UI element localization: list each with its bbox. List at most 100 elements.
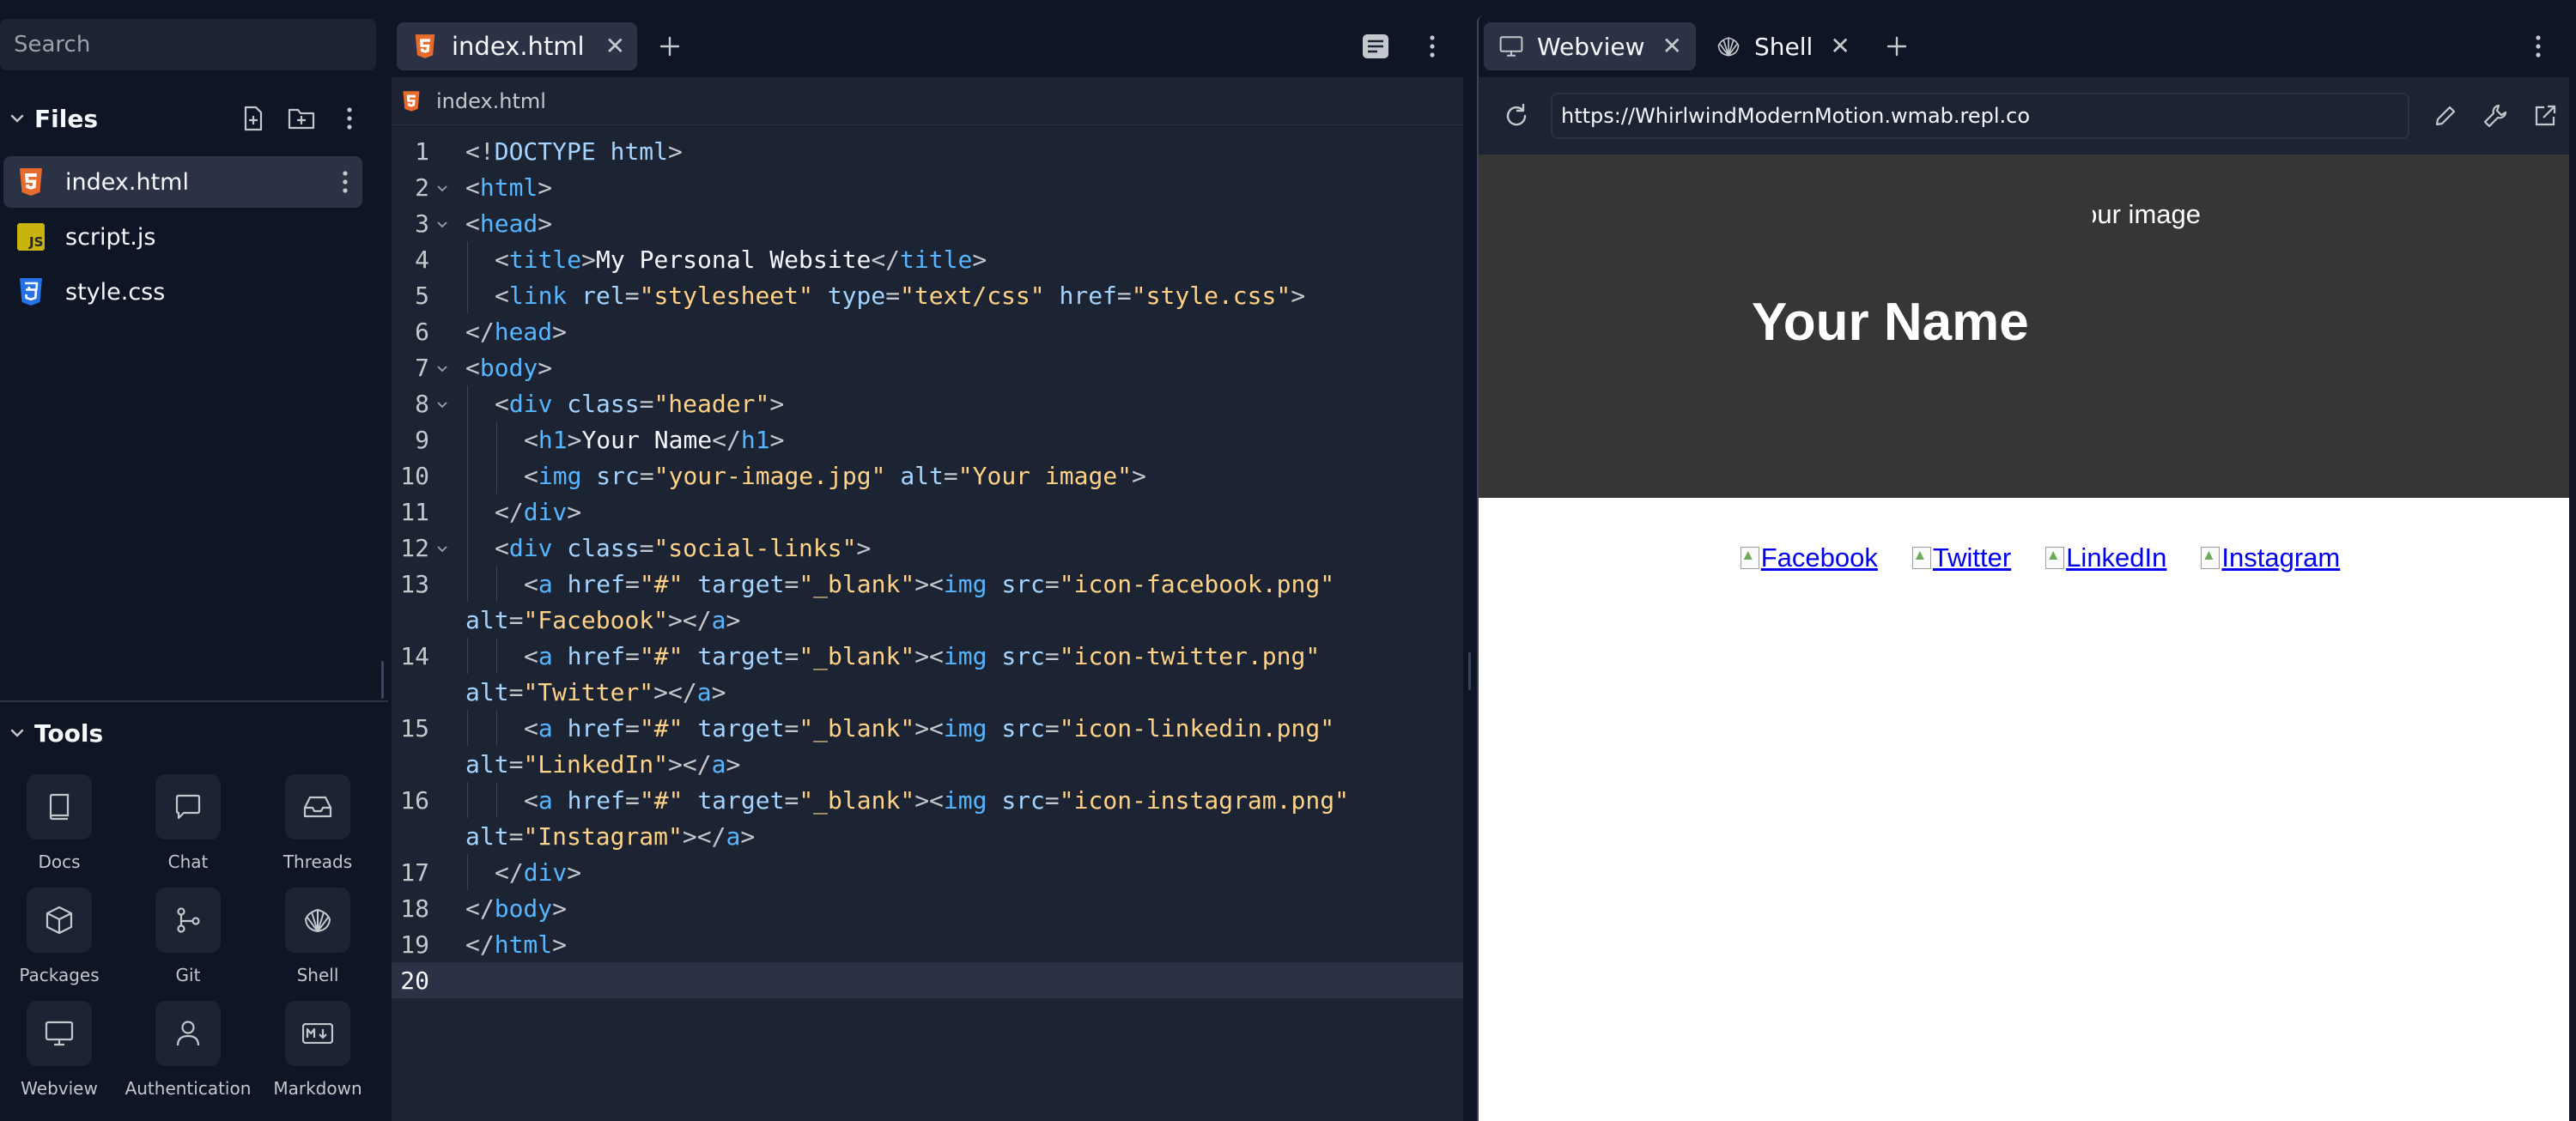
indent-guide (467, 277, 468, 313)
more-vertical-icon[interactable] (1413, 27, 1451, 65)
code-line[interactable]: alt="Facebook"></a> (392, 602, 1463, 638)
search-input[interactable] (0, 19, 376, 70)
code-line[interactable]: 3 <head> (392, 205, 1463, 241)
tool-authentication[interactable]: Authentication (124, 1001, 252, 1104)
indent-guide (467, 530, 468, 566)
code-line[interactable]: 17 </div> (392, 854, 1463, 890)
css3-icon (15, 276, 46, 307)
editor-tab-bar: index.html ✕ (392, 15, 1463, 77)
site-body: Facebook Twitter LinkedIn Instagram (1479, 498, 2569, 1121)
add-tab-button[interactable] (1876, 26, 1917, 67)
code-line[interactable]: alt="LinkedIn"></a> (392, 746, 1463, 782)
code-text: </body> (465, 894, 568, 923)
tool-git[interactable]: Git (124, 888, 252, 991)
add-tab-button[interactable] (649, 26, 690, 67)
twitter-link[interactable]: Twitter (1911, 542, 2011, 573)
fold-chevron-icon[interactable] (429, 537, 455, 558)
close-icon[interactable]: ✕ (1662, 34, 1682, 58)
url-input[interactable] (1551, 93, 2409, 139)
breadcrumb[interactable]: index.html (392, 77, 1463, 125)
line-number: 6 (415, 317, 429, 346)
code-line[interactable]: 9 <h1>Your Name</h1> (392, 421, 1463, 457)
code-line[interactable]: 16 <a href="#" target="_blank"><img src="… (392, 782, 1463, 818)
code-line[interactable]: 1 <!DOCTYPE html> (392, 133, 1463, 169)
tab-shell[interactable]: Shell ✕ (1701, 22, 1864, 70)
file-name: index.html (65, 168, 189, 196)
edit-icon[interactable] (2428, 99, 2463, 133)
tools-section-header[interactable]: Tools (0, 709, 378, 757)
breadcrumb-file: index.html (436, 88, 546, 113)
line-number: 3 (415, 209, 429, 238)
tool-markdown[interactable]: Markdown (253, 1001, 382, 1104)
tool-webview[interactable]: Webview (0, 1001, 124, 1104)
html5-icon (402, 90, 424, 112)
linkedin-link[interactable]: LinkedIn (2045, 542, 2166, 573)
tool-packages[interactable]: Packages (0, 888, 124, 991)
more-vertical-icon[interactable] (333, 102, 366, 135)
close-icon[interactable]: ✕ (605, 34, 625, 58)
code-editor-pane: index.html ✕ index.html 1 <!DOCTYPE html>… (392, 15, 1463, 1121)
fold-chevron-icon[interactable] (429, 357, 455, 378)
file-item-style-css[interactable]: style.css (3, 266, 362, 318)
markdown-icon (285, 1001, 350, 1066)
more-vertical-icon[interactable] (328, 170, 362, 194)
code-line[interactable]: 15 <a href="#" target="_blank"><img src="… (392, 710, 1463, 746)
indent-guide (467, 421, 468, 457)
code-line[interactable]: 20 (392, 962, 1463, 998)
open-external-icon[interactable] (2528, 99, 2562, 133)
format-icon[interactable] (1357, 27, 1394, 65)
line-number: 15 (400, 713, 429, 742)
tab-label: Shell (1754, 32, 1814, 61)
fold-chevron-icon[interactable] (429, 213, 455, 233)
tool-docs[interactable]: Docs (0, 774, 124, 877)
tool-threads[interactable]: Threads (253, 774, 382, 877)
indent-guide (467, 854, 468, 890)
line-number: 5 (415, 281, 429, 310)
code-line[interactable]: 14 <a href="#" target="_blank"><img src="… (392, 638, 1463, 674)
code-line[interactable]: 7 <body> (392, 349, 1463, 385)
code-area[interactable]: 1 <!DOCTYPE html> 2 <html> 3 <head> 4 <title>My… (392, 133, 1463, 998)
code-line[interactable]: 10 <img src="your-image.jpg" alt="Your im… (392, 457, 1463, 494)
code-line[interactable]: 19 </html> (392, 926, 1463, 962)
devtools-wrench-icon[interactable] (2478, 99, 2512, 133)
pane-resize-handle[interactable] (1468, 652, 1471, 690)
line-number: 20 (400, 966, 429, 995)
code-line[interactable]: 6 </head> (392, 313, 1463, 349)
more-vertical-icon[interactable] (2519, 27, 2557, 65)
new-folder-icon[interactable] (285, 102, 318, 135)
tool-shell[interactable]: Shell (253, 888, 382, 991)
code-line[interactable]: 12 <div class="social-links"> (392, 530, 1463, 566)
facebook-link[interactable]: Facebook (1740, 542, 1878, 573)
tool-chat[interactable]: Chat (124, 774, 252, 877)
tab-webview[interactable]: Webview ✕ (1484, 22, 1696, 70)
line-number: 9 (415, 425, 429, 454)
files-section-header[interactable]: Files (0, 94, 378, 142)
tool-label: Markdown (273, 1078, 362, 1099)
sidebar-resize-handle[interactable] (381, 661, 384, 699)
code-text: <img src="your-image.jpg" alt="Your imag… (524, 461, 1146, 490)
file-item-index-html[interactable]: index.html (3, 156, 362, 208)
code-text: <a href="#" target="_blank"><img src="ic… (524, 713, 1335, 742)
file-item-script-js[interactable]: JS script.js (3, 211, 362, 263)
code-line[interactable]: alt="Instagram"></a> (392, 818, 1463, 854)
code-line[interactable]: 2 <html> (392, 169, 1463, 205)
code-line[interactable]: 4 <title>My Personal Website</title> (392, 241, 1463, 277)
new-file-icon[interactable] (237, 102, 270, 135)
code-line[interactable]: 8 <div class="header"> (392, 385, 1463, 421)
editor-tab-index-html[interactable]: index.html ✕ (397, 22, 638, 70)
code-line[interactable]: 11 </div> (392, 494, 1463, 530)
site-header: Your image Your Name (1479, 155, 2569, 498)
code-line[interactable]: alt="Twitter"></a> (392, 674, 1463, 710)
close-icon[interactable]: ✕ (1830, 34, 1850, 58)
git-icon (155, 888, 221, 953)
code-text: <title>My Personal Website</title> (495, 245, 987, 274)
line-number: 10 (400, 461, 429, 490)
instagram-link[interactable]: Instagram (2201, 542, 2340, 573)
code-text: <a href="#" target="_blank"><img src="ic… (524, 785, 1349, 815)
code-line[interactable]: 5 <link rel="stylesheet" type="text/css" … (392, 277, 1463, 313)
fold-chevron-icon[interactable] (429, 177, 455, 197)
reload-icon[interactable] (1498, 97, 1535, 135)
code-line[interactable]: 18 </body> (392, 890, 1463, 926)
fold-chevron-icon[interactable] (429, 393, 455, 414)
code-line[interactable]: 13 <a href="#" target="_blank"><img src="… (392, 566, 1463, 602)
